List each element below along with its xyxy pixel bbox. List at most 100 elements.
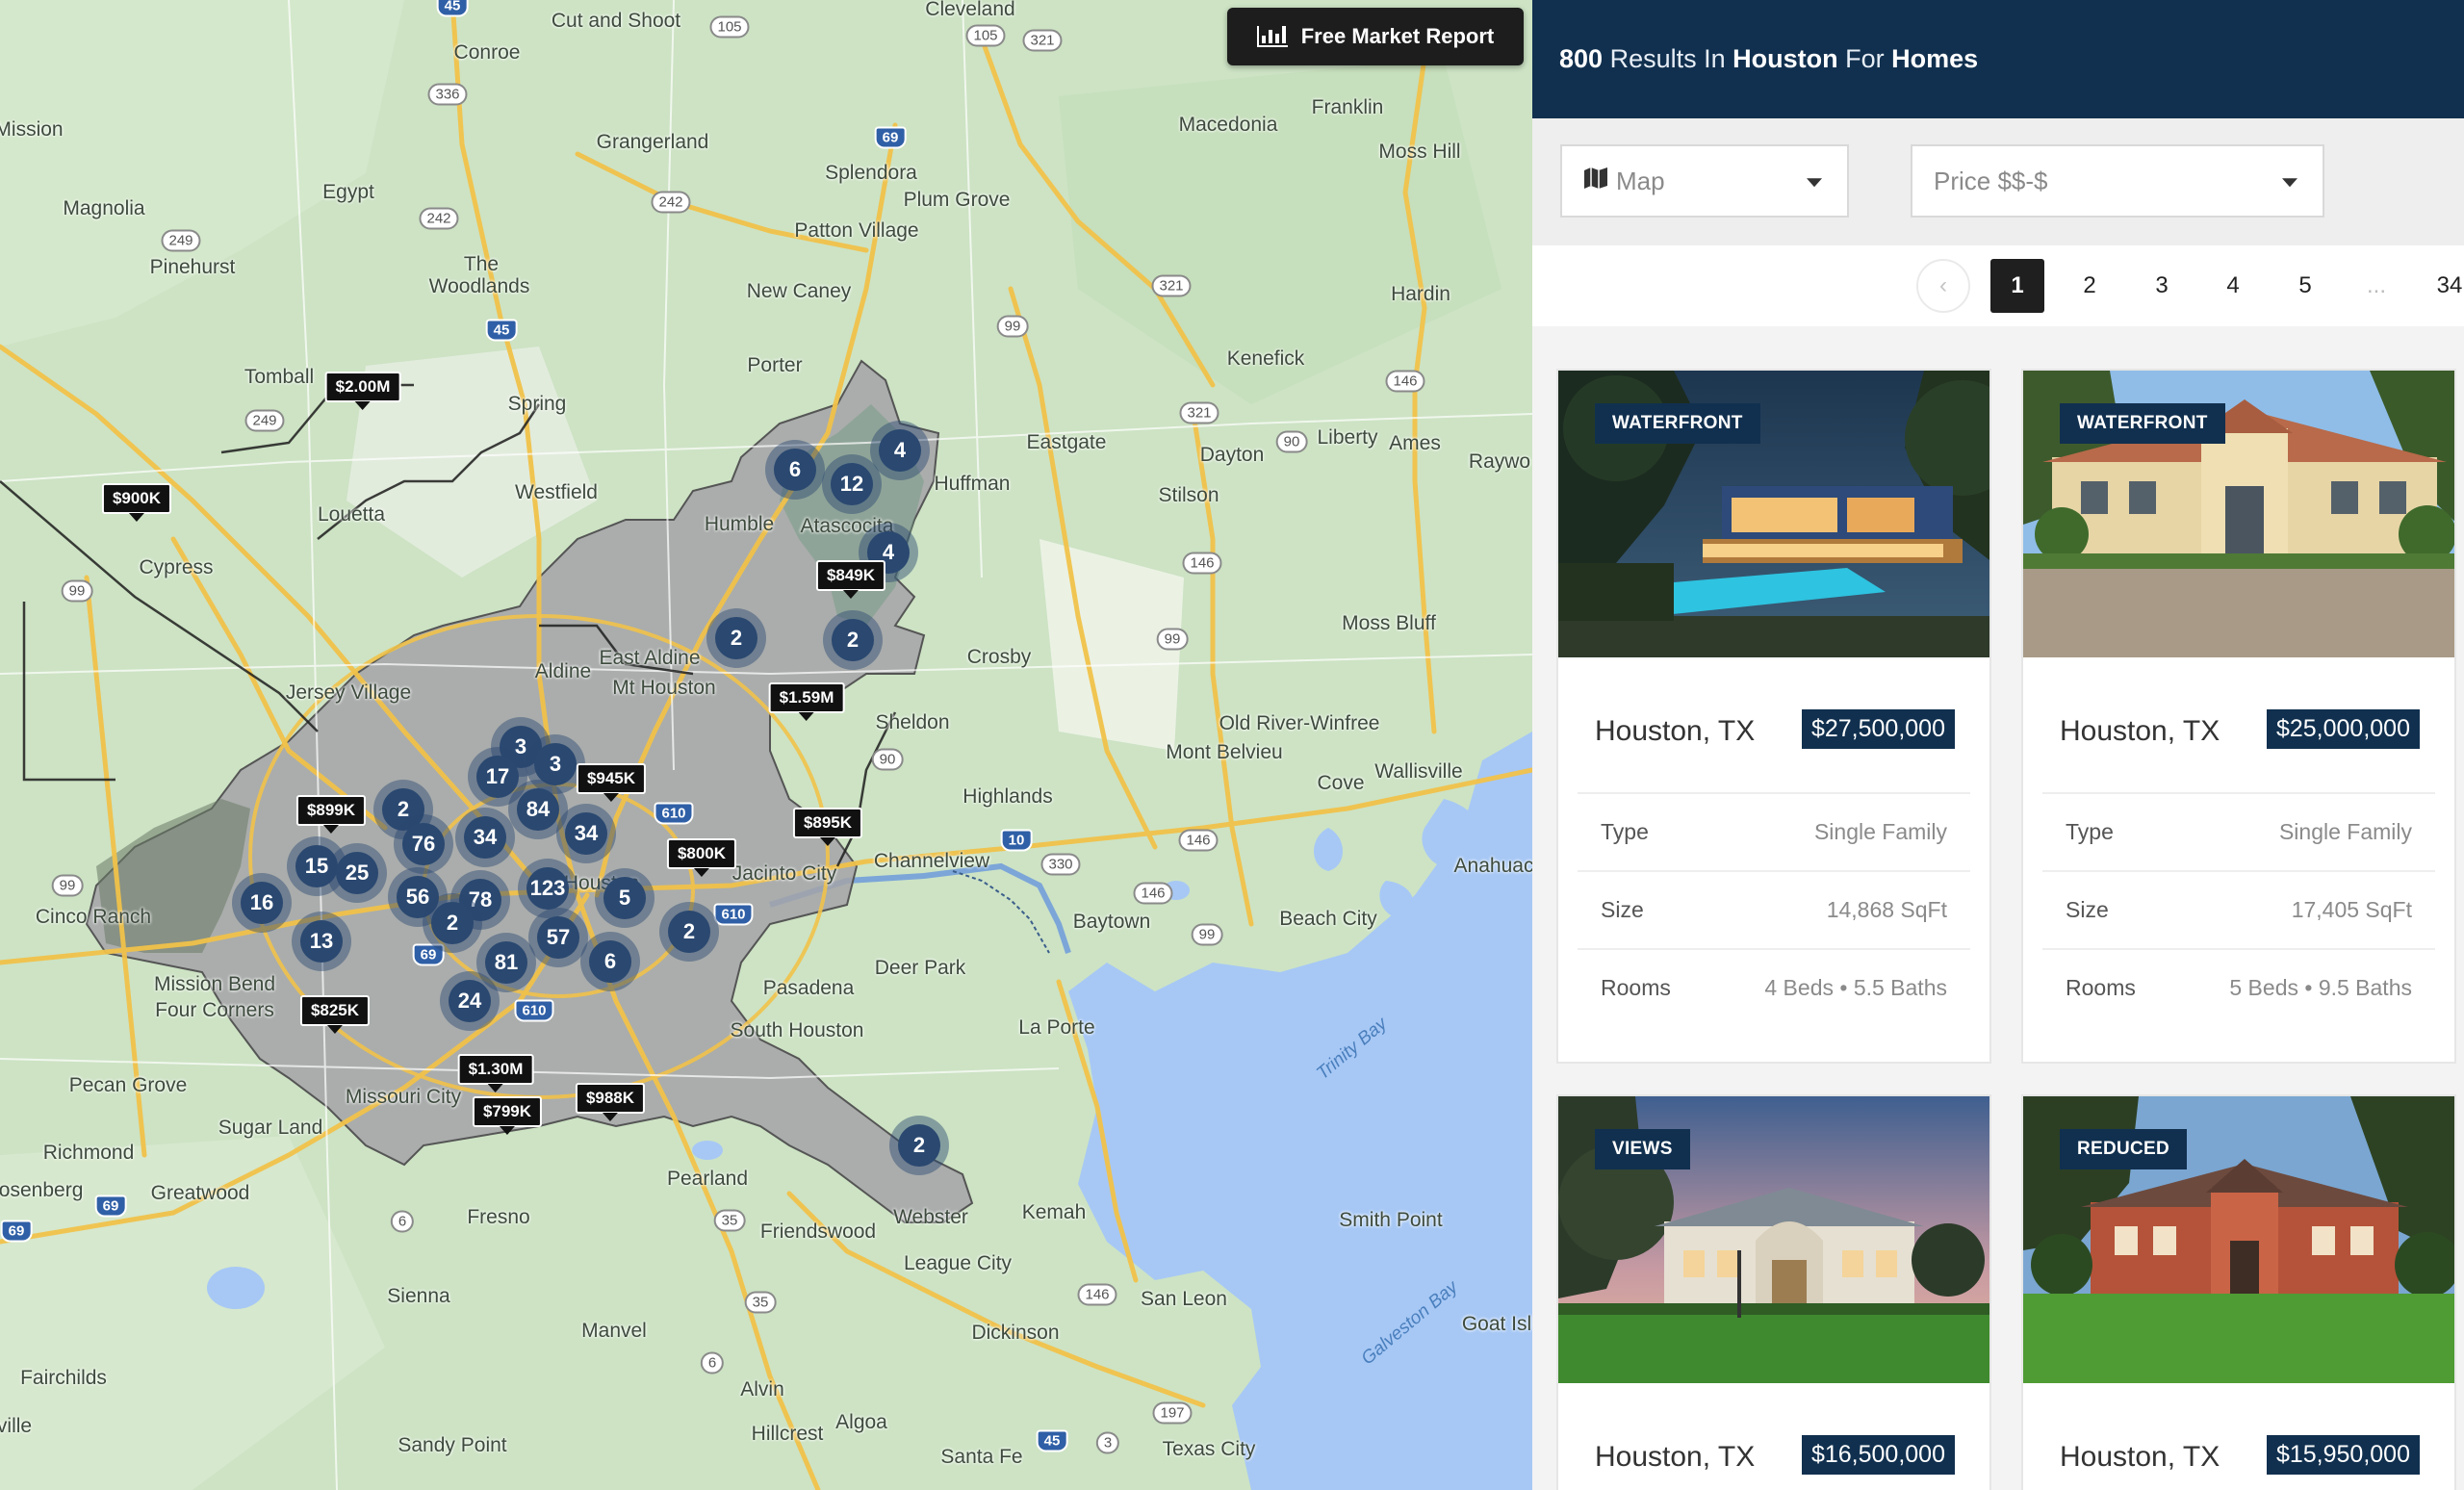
listing-cluster-marker[interactable]: 76 (394, 814, 453, 874)
place-label: Jersey Village (285, 681, 412, 704)
route-shield-icon: 90 (871, 748, 904, 771)
map-icon (1583, 167, 1608, 196)
listing-photo[interactable]: WATERFRONT (2023, 371, 2454, 657)
page-34-button[interactable]: 34 (2423, 259, 2464, 313)
place-label: Cinco Ranch (35, 906, 152, 928)
place-label: Sheldon (875, 711, 950, 733)
price-marker[interactable]: $849K (815, 560, 886, 591)
place-label: Hardin (1391, 283, 1450, 305)
page-root: Cut and Shoot Cleveland Conroe Mission Grang… (0, 0, 2464, 1490)
cluster-count: 6 (589, 940, 631, 983)
place-label: Jacinto City (732, 862, 837, 885)
place-label: Rosenberg (0, 1179, 84, 1201)
price-dropdown[interactable]: Price $$-$ (1911, 144, 2324, 218)
page-1-button[interactable]: 1 (1990, 259, 2044, 313)
price-marker[interactable]: $1.59M (768, 682, 845, 713)
spec-rooms-value: 4 Beds • 5.5 Baths (1764, 975, 1947, 1000)
listing-cluster-marker[interactable]: 6 (580, 932, 640, 991)
place-label: Highlands (962, 785, 1053, 808)
map-view-dropdown[interactable]: Map (1560, 144, 1849, 218)
listing-cluster-marker[interactable]: 25 (327, 843, 387, 903)
page-4-button[interactable]: 4 (2206, 259, 2260, 313)
chevron-down-icon (1807, 178, 1822, 188)
listing-cluster-marker[interactable]: 34 (556, 804, 616, 863)
previous-page-button[interactable]: ‹ (1916, 259, 1970, 313)
listing-cluster-marker[interactable]: 2 (423, 893, 482, 953)
listing-cluster-marker[interactable]: 5 (595, 868, 654, 928)
listing-cluster-marker[interactable]: 6 (765, 440, 825, 500)
place-label: Spring (507, 393, 567, 415)
place-label: Pecan Grove (68, 1074, 188, 1096)
listing-card[interactable]: VIEWS Houston, TX $16,500,000 (1556, 1094, 1991, 1490)
price-marker[interactable]: $799K (472, 1096, 543, 1127)
listing-card[interactable]: WATERFRONT Houston, TX $27,500,000 Type … (1556, 369, 1991, 1064)
place-label: Smith Point (1339, 1209, 1443, 1231)
place-label: Huffman (934, 473, 1011, 495)
spec-rooms-label: Rooms (1601, 975, 1671, 1000)
free-market-report-button[interactable]: Free Market Report (1227, 8, 1524, 65)
listing-photo[interactable]: REDUCED (2023, 1096, 2454, 1383)
listing-cluster-marker[interactable]: 24 (440, 971, 500, 1031)
place-label: Pasadena (762, 977, 855, 999)
listing-cluster-marker[interactable]: 57 (528, 908, 588, 967)
listing-cluster-marker[interactable]: 2 (706, 608, 766, 668)
spec-size-value: 14,868 SqFt (1826, 897, 1947, 922)
price-marker[interactable]: $945K (576, 763, 647, 794)
price-marker[interactable]: $895K (792, 808, 863, 838)
route-shield-icon: 35 (744, 1291, 777, 1314)
map-view[interactable]: Cut and Shoot Cleveland Conroe Mission Grang… (0, 0, 1532, 1490)
listing-badge: WATERFRONT (1595, 403, 1760, 444)
price-marker[interactable]: $2.00M (324, 372, 401, 402)
price-marker[interactable]: $825K (299, 995, 371, 1026)
place-label: Kenefick (1226, 347, 1305, 370)
place-label: Greatwood (150, 1182, 250, 1204)
cluster-count: 16 (241, 882, 283, 924)
listing-card[interactable]: WATERFRONT Houston, TX $25,000,000 Type … (2021, 369, 2456, 1064)
place-label: Friendswood (759, 1220, 877, 1243)
route-shield-icon: 105 (965, 24, 1006, 47)
price-marker[interactable]: $1.30M (457, 1054, 534, 1085)
listing-cluster-marker[interactable]: 16 (232, 873, 292, 933)
listing-cluster-marker[interactable]: 2 (659, 902, 719, 962)
place-label: ville (0, 1415, 33, 1437)
place-label: Wallisville (1374, 760, 1463, 783)
price-marker[interactable]: $800K (666, 838, 737, 869)
place-label: Goat Isl (1461, 1313, 1532, 1335)
place-label: Mission Bend (153, 973, 276, 995)
place-label: Fairchilds (20, 1367, 107, 1389)
route-shield-icon: 330 (1040, 853, 1081, 876)
price-marker[interactable]: $900K (101, 483, 172, 514)
place-label: Dayton (1199, 444, 1265, 466)
place-label: La Porte (1018, 1016, 1095, 1039)
place-label: Algoa (835, 1411, 887, 1433)
listing-cluster-marker[interactable]: 13 (292, 912, 351, 971)
listing-photo[interactable]: VIEWS (1558, 1096, 1989, 1383)
place-label: Sandy Point (398, 1434, 507, 1456)
listing-photo[interactable]: WATERFRONT (1558, 371, 1989, 657)
place-label: Channelview (873, 850, 990, 872)
place-label: Aldine (534, 660, 592, 682)
place-label: Splendora (825, 162, 917, 184)
cluster-count: 2 (668, 911, 710, 953)
place-label: Plum Grove (903, 189, 1011, 211)
route-shield-icon: 242 (419, 207, 459, 230)
price-marker[interactable]: $988K (575, 1083, 646, 1114)
pagination-ellipsis: ... (2366, 272, 2386, 298)
page-2-button[interactable]: 2 (2063, 259, 2117, 313)
page-5-button[interactable]: 5 (2278, 259, 2332, 313)
listing-cluster-marker[interactable]: 2 (889, 1116, 949, 1175)
place-label: Sugar Land (218, 1117, 323, 1139)
place-label: League City (903, 1252, 1013, 1274)
listing-cluster-marker[interactable]: 12 (822, 454, 882, 514)
route-shield-icon: 146 (1133, 882, 1173, 905)
spec-size-value: 17,405 SqFt (2291, 897, 2412, 922)
place-label: Tomball (244, 366, 315, 388)
route-shield-icon: 69 (0, 1220, 33, 1243)
listing-cluster-marker[interactable]: 2 (823, 610, 883, 670)
page-3-button[interactable]: 3 (2135, 259, 2189, 313)
listing-cluster-marker[interactable]: 34 (455, 808, 515, 867)
cluster-count: 6 (774, 449, 816, 491)
listing-card[interactable]: REDUCED Houston, TX $15,950,000 (2021, 1094, 2456, 1490)
price-marker[interactable]: $899K (295, 795, 367, 826)
spec-rooms-label: Rooms (2066, 975, 2136, 1000)
